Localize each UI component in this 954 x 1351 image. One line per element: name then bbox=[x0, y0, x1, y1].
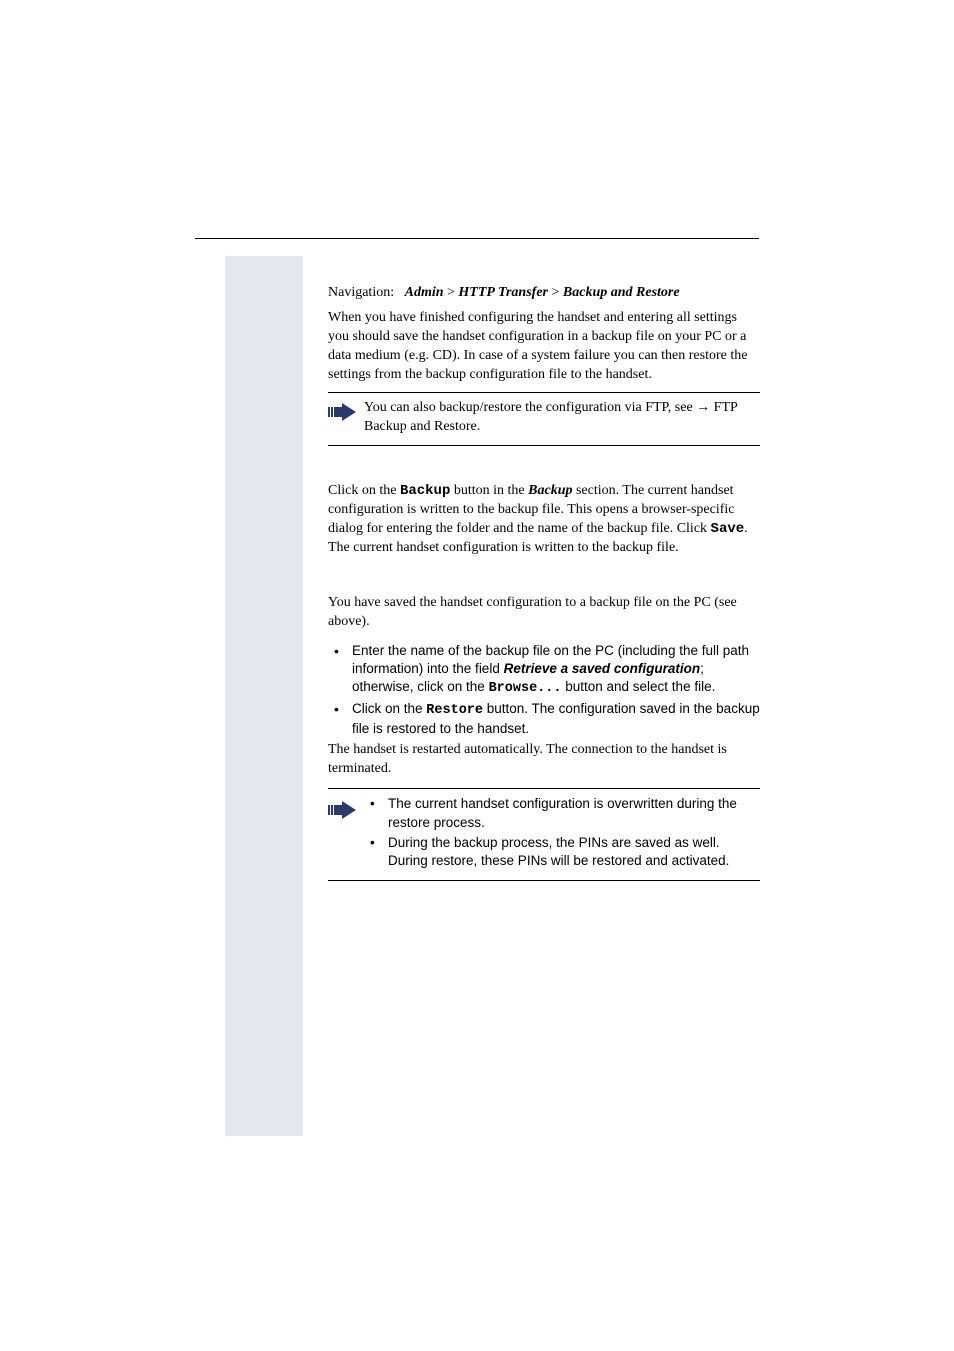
restore-button-label: Restore bbox=[426, 703, 483, 718]
browse-button-label: Browse... bbox=[489, 681, 562, 696]
note-arrow-icon bbox=[328, 397, 364, 421]
sidebar-shade bbox=[225, 256, 303, 1136]
document-content: Navigation: Admin > HTTP Transfer > Back… bbox=[328, 284, 760, 881]
crumb-admin: Admin bbox=[405, 285, 444, 300]
nav-label: Navigation: bbox=[328, 285, 394, 300]
backup-paragraph: Click on the Backup button in the Backup… bbox=[328, 482, 760, 558]
backup-t1: Click on the bbox=[328, 483, 400, 498]
backup-t2: button in the bbox=[450, 483, 528, 498]
header-rule bbox=[195, 238, 759, 239]
note-warning-text: The current handset configuration is ove… bbox=[364, 795, 760, 872]
restore-steps-list: Enter the name of the backup file on the… bbox=[328, 642, 760, 739]
note-warning: The current handset configuration is ove… bbox=[328, 788, 760, 881]
crumb-http-transfer: HTTP Transfer bbox=[458, 285, 548, 300]
note-ftp-pre: You can also backup/restore the configur… bbox=[364, 400, 696, 415]
backup-section-name: Backup bbox=[528, 483, 572, 498]
crumb-sep: > bbox=[552, 285, 560, 300]
crumb-backup-restore: Backup and Restore bbox=[563, 285, 680, 300]
note-arrow-icon bbox=[328, 795, 364, 819]
note-ftp-text: You can also backup/restore the configur… bbox=[364, 397, 760, 437]
restore-after: The handset is restarted automatically. … bbox=[328, 741, 760, 779]
list-item: Enter the name of the backup file on the… bbox=[328, 642, 760, 699]
li1-t3: button and select the file. bbox=[561, 679, 715, 694]
page: Navigation: Admin > HTTP Transfer > Back… bbox=[0, 0, 954, 1351]
arrow-glyph: → bbox=[696, 398, 710, 414]
list-item: Click on the Restore button. The configu… bbox=[328, 700, 760, 738]
list-item: The current handset configuration is ove… bbox=[364, 795, 760, 831]
list-item: During the backup process, the PINs are … bbox=[364, 834, 760, 870]
note-ftp: You can also backup/restore the configur… bbox=[328, 392, 760, 446]
restore-intro: You have saved the handset configuration… bbox=[328, 594, 760, 632]
breadcrumb: Navigation: Admin > HTTP Transfer > Back… bbox=[328, 284, 760, 303]
crumb-sep: > bbox=[447, 285, 455, 300]
retrieve-field-name: Retrieve a saved configuration bbox=[504, 661, 701, 676]
save-button-label: Save bbox=[711, 521, 745, 537]
backup-button-label: Backup bbox=[400, 483, 450, 499]
li2-t1: Click on the bbox=[352, 701, 426, 716]
intro-paragraph: When you have finished configuring the h… bbox=[328, 309, 760, 385]
